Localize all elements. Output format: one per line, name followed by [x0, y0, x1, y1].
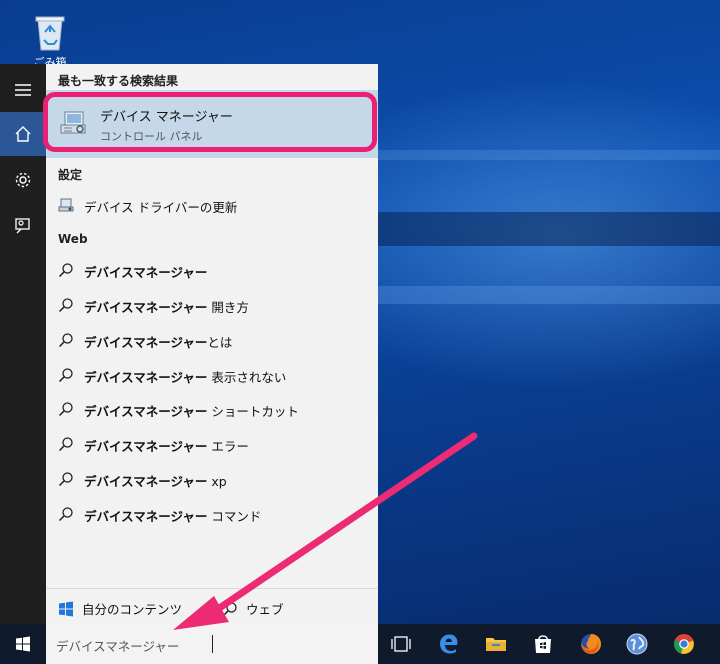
- web-suggestion-text: デバイスマネージャー: [84, 262, 207, 281]
- web-search-icon: [222, 601, 237, 616]
- web-suggestion-3[interactable]: デバイスマネージャーとは: [46, 323, 378, 357]
- web-suggestion-2[interactable]: デバイスマネージャー 開き方: [46, 288, 378, 322]
- start-button[interactable]: [0, 624, 46, 664]
- web-suggestion-text: デバイスマネージャーとは: [84, 332, 232, 351]
- wallpaper-dark-beam: [378, 212, 720, 246]
- task-view-icon[interactable]: [389, 632, 413, 656]
- web-filter-label: ウェブ: [246, 602, 284, 617]
- settings-item-update-driver[interactable]: デバイス ドライバーの更新: [46, 188, 378, 222]
- wallpaper-light-beam: [378, 150, 720, 160]
- feedback-icon: [15, 218, 30, 234]
- query-suffix: 表示されない: [207, 370, 287, 385]
- web-suggestion-text: デバイスマネージャー コマンド: [84, 506, 261, 525]
- my-content-label: 自分のコンテンツ: [82, 602, 183, 617]
- query-match: デバイスマネージャー: [84, 300, 208, 315]
- search-icon: [58, 402, 73, 417]
- query-match: デバイスマネージャー: [84, 335, 208, 350]
- web-header: Web: [58, 232, 88, 246]
- query-suffix: エラー: [207, 439, 249, 454]
- query-match: デバイスマネージャー: [84, 265, 208, 280]
- search-icon: [58, 263, 73, 278]
- query-match: デバイスマネージャー: [84, 404, 208, 419]
- query-match: デバイスマネージャー: [84, 474, 208, 489]
- query-match: デバイスマネージャー: [84, 370, 208, 385]
- search-icon: [58, 437, 73, 452]
- settings-header: 設定: [58, 168, 83, 182]
- text-cursor: [212, 635, 213, 653]
- settings-button[interactable]: [0, 158, 46, 202]
- query-match: デバイスマネージャー: [84, 439, 208, 454]
- search-icon: [58, 472, 73, 487]
- query-suffix: とは: [207, 335, 233, 350]
- web-suggestion-text: デバイスマネージャー エラー: [84, 436, 249, 455]
- web-suggestion-text: デバイスマネージャー 表示されない: [84, 367, 286, 386]
- recycle-bin-icon[interactable]: [30, 12, 70, 52]
- file-explorer-icon[interactable]: [484, 632, 508, 656]
- search-icon: [58, 368, 73, 383]
- search-results-panel: 最も一致する検索結果 デバイス マネージャー コントロール パネル 設定 デバイ…: [43, 64, 378, 625]
- chrome-icon[interactable]: [672, 632, 696, 656]
- query-suffix: ショートカット: [207, 404, 299, 419]
- store-icon[interactable]: [531, 632, 555, 656]
- menu-button[interactable]: [0, 68, 46, 112]
- web-suggestion-4[interactable]: デバイスマネージャー 表示されない: [46, 358, 378, 392]
- hamburger-menu-icon: [15, 84, 31, 96]
- settings-item-label: デバイス ドライバーの更新: [84, 200, 238, 215]
- search-icon: [58, 298, 73, 313]
- feedback-button[interactable]: [0, 204, 46, 248]
- search-input[interactable]: [54, 632, 358, 658]
- query-suffix: コマンド: [207, 509, 262, 524]
- windows-icon: [59, 601, 73, 616]
- web-suggestion-6[interactable]: デバイスマネージャー エラー: [46, 427, 378, 461]
- search-icon: [58, 333, 73, 348]
- home-icon: [15, 126, 31, 142]
- globe-browser-icon[interactable]: [625, 632, 649, 656]
- start-rail: [0, 64, 46, 624]
- search-filter-bar: 自分のコンテンツ ウェブ: [46, 588, 378, 625]
- web-suggestion-8[interactable]: デバイスマネージャー コマンド: [46, 497, 378, 531]
- best-match-highlight-box: [43, 92, 377, 152]
- query-suffix: xp: [207, 474, 227, 489]
- taskbar: [0, 624, 720, 664]
- web-suggestion-text: デバイスマネージャー xp: [84, 471, 227, 490]
- taskbar-search-box[interactable]: [46, 624, 378, 664]
- recycle-bin-label: ごみ箱: [33, 56, 67, 64]
- web-suggestion-text: デバイスマネージャー 開き方: [84, 297, 249, 316]
- best-match-header: 最も一致する検索結果: [58, 74, 179, 88]
- wallpaper-light-beam-lower: [378, 286, 720, 304]
- home-button[interactable]: [0, 112, 46, 156]
- web-suggestion-text: デバイスマネージャー ショートカット: [84, 401, 299, 420]
- web-suggestion-5[interactable]: デバイスマネージャー ショートカット: [46, 392, 378, 426]
- edge-icon[interactable]: [437, 632, 461, 656]
- web-suggestion-7[interactable]: デバイスマネージャー xp: [46, 462, 378, 496]
- query-match: デバイスマネージャー: [84, 509, 208, 524]
- firefox-icon[interactable]: [579, 632, 603, 656]
- web-filter[interactable]: ウェブ: [222, 599, 284, 618]
- web-suggestion-1[interactable]: デバイスマネージャー: [46, 253, 378, 287]
- my-content-filter[interactable]: 自分のコンテンツ: [58, 599, 182, 618]
- query-suffix: 開き方: [207, 300, 249, 315]
- gear-icon: [15, 172, 31, 188]
- device-driver-icon: [58, 198, 74, 212]
- search-icon: [58, 507, 73, 522]
- windows-logo-icon: [16, 636, 30, 652]
